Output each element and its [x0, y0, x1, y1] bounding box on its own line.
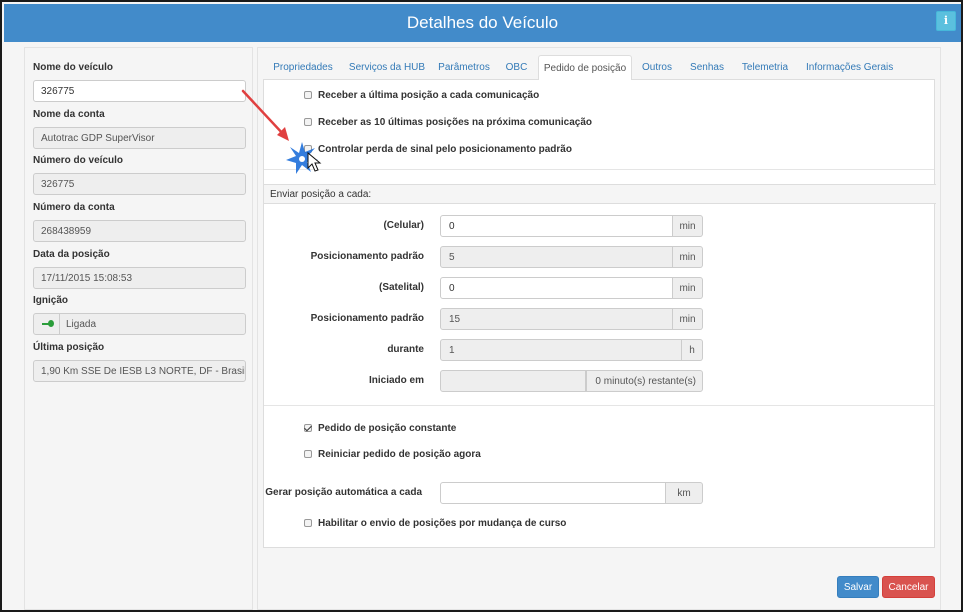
standard-positioning-1-unit: min: [673, 246, 703, 268]
constant-request-checkbox[interactable]: [304, 424, 312, 432]
remaining-time: 0 minuto(s) restante(s): [586, 370, 703, 392]
divider: [264, 405, 934, 406]
ignition-field: Ignição Ligada: [33, 295, 246, 335]
started-at-label: Iniciado em: [368, 375, 424, 386]
account-name-label: Nome da conta: [33, 109, 105, 120]
account-name-field: Nome da conta Autotrac GDP SuperVisor: [33, 109, 246, 149]
restart-request-label: Reiniciar pedido de posição agora: [318, 449, 481, 460]
constant-request-row[interactable]: Pedido de posição constante: [304, 423, 456, 434]
duration-unit: h: [682, 339, 703, 361]
tab-informacoes-gerais[interactable]: Informações Gerais: [806, 55, 893, 81]
auto-position-unit: km: [666, 482, 703, 504]
tab-pedido-posicao[interactable]: Pedido de posição: [538, 55, 632, 81]
satelital-input[interactable]: 0: [440, 277, 673, 299]
save-button[interactable]: Salvar: [837, 576, 879, 598]
tab-bar: Propriedades Serviços da HUB Parâmetros …: [263, 53, 935, 81]
divider: [264, 169, 934, 170]
standard-positioning-2-unit: min: [673, 308, 703, 330]
tab-servicos-hub[interactable]: Serviços da HUB: [347, 55, 427, 81]
tab-outros[interactable]: Outros: [640, 55, 674, 81]
option-last-position-row[interactable]: Receber a última posição a cada comunica…: [304, 90, 539, 101]
duration-value: 1: [440, 339, 682, 361]
dialog-title: Detalhes do Veículo: [406, 13, 559, 32]
vehicle-number-field: Número do veículo 326775: [33, 155, 246, 195]
option-last-10-row[interactable]: Receber as 10 últimas posições na próxim…: [304, 117, 592, 128]
dialog-header: Detalhes do Veículo i: [4, 4, 961, 42]
course-change-label: Habilitar o envio de posições por mudanç…: [318, 518, 567, 529]
satelital-label: (Satelital): [378, 282, 424, 293]
vehicle-name-input[interactable]: 326775: [33, 80, 246, 102]
option-last-position-checkbox[interactable]: [304, 91, 312, 99]
standard-positioning-2-value: 15: [440, 308, 673, 330]
option-signal-loss-label: Controlar perda de sinal pelo posicionam…: [318, 144, 572, 155]
vehicle-name-label: Nome do veículo: [33, 62, 114, 73]
vehicle-name-field: Nome do veículo 326775: [33, 62, 246, 102]
celular-label: (Celular): [383, 220, 424, 231]
restart-request-row[interactable]: Reiniciar pedido de posição agora: [304, 449, 481, 460]
standard-positioning-1-label: Posicionamento padrão: [310, 251, 424, 262]
duration-label: durante: [387, 344, 424, 355]
info-icon[interactable]: i: [936, 11, 956, 31]
ignition-value: Ligada: [66, 319, 97, 330]
tab-senhas[interactable]: Senhas: [689, 55, 725, 81]
last-position-label: Última posição: [33, 342, 105, 353]
account-number-field: Número da conta 268438959: [33, 202, 246, 242]
tab-propriedades[interactable]: Propriedades: [265, 55, 341, 81]
option-last-10-label: Receber as 10 últimas posições na próxim…: [318, 117, 593, 128]
position-date-label: Data da posição: [33, 249, 110, 260]
auto-position-label: Gerar posição automática a cada: [265, 487, 422, 498]
tab-telemetria[interactable]: Telemetria: [740, 55, 790, 81]
position-date-value: 17/11/2015 15:08:53: [33, 267, 246, 289]
account-number-value: 268438959: [33, 220, 246, 242]
tab-obc[interactable]: OBC: [503, 55, 530, 81]
constant-request-label: Pedido de posição constante: [318, 423, 457, 434]
standard-positioning-1-value: 5: [440, 246, 673, 268]
satelital-unit: min: [673, 277, 703, 299]
celular-unit: min: [673, 215, 703, 237]
option-last-position-label: Receber a última posição a cada comunica…: [318, 90, 540, 101]
started-at-value: [440, 370, 586, 392]
cancel-button[interactable]: Cancelar: [882, 576, 935, 598]
ignition-value-box: Ligada: [33, 313, 246, 335]
ignition-label: Ignição: [33, 295, 69, 306]
section-title: Enviar posição a cada:: [264, 184, 936, 204]
option-signal-loss-checkbox[interactable]: [304, 145, 312, 153]
option-last-10-checkbox[interactable]: [304, 118, 312, 126]
vehicle-number-value: 326775: [33, 173, 246, 195]
vehicle-summary-panel: Nome do veículo 326775 Nome da conta Aut…: [24, 47, 253, 610]
account-name-value: Autotrac GDP SuperVisor: [33, 127, 246, 149]
vehicle-number-label: Número do veículo: [33, 155, 124, 166]
account-number-label: Número da conta: [33, 202, 115, 213]
restart-request-checkbox[interactable]: [304, 450, 312, 458]
auto-position-input[interactable]: [440, 482, 666, 504]
key-icon: [34, 314, 60, 334]
vehicle-details-dialog: Detalhes do Veículo i Nome do veículo 32…: [0, 0, 963, 612]
tab-content-pedido-posicao: Receber a última posição a cada comunica…: [263, 80, 936, 548]
celular-input[interactable]: 0: [440, 215, 673, 237]
last-position-value: 1,90 Km SSE De IESB L3 NORTE, DF - Brasi…: [33, 360, 246, 382]
position-date-field: Data da posição 17/11/2015 15:08:53: [33, 249, 246, 289]
last-position-field: Última posição 1,90 Km SSE De IESB L3 NO…: [33, 342, 246, 382]
course-change-checkbox[interactable]: [304, 519, 312, 527]
option-signal-loss-row[interactable]: Controlar perda de sinal pelo posicionam…: [304, 144, 572, 155]
tab-parametros[interactable]: Parâmetros: [433, 55, 495, 81]
standard-positioning-2-label: Posicionamento padrão: [310, 313, 424, 324]
settings-panel: Propriedades Serviços da HUB Parâmetros …: [257, 47, 941, 610]
course-change-row[interactable]: Habilitar o envio de posições por mudanç…: [304, 518, 566, 529]
